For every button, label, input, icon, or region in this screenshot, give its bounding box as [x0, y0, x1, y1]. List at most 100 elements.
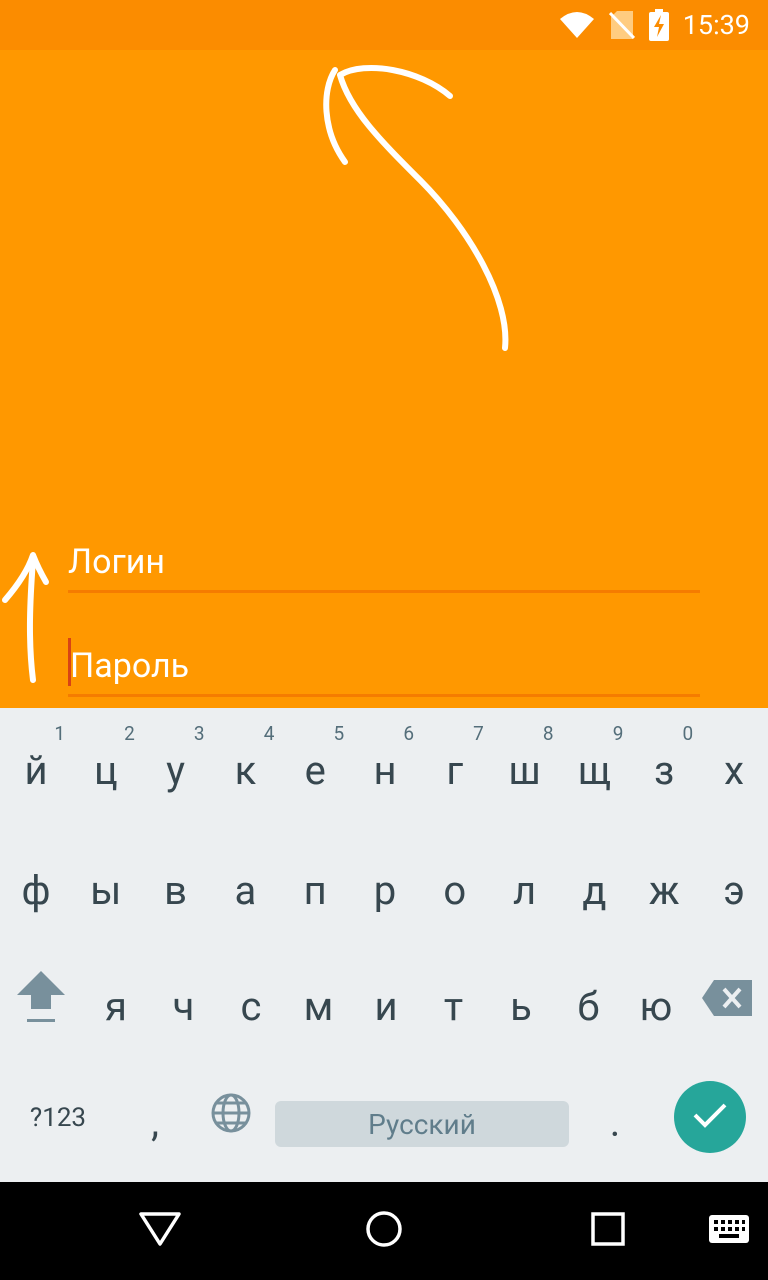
- wifi-icon: [559, 11, 595, 39]
- status-bar: 15:39: [0, 0, 768, 50]
- key-label: х: [724, 746, 744, 794]
- key-э[interactable]: э: [699, 828, 768, 944]
- comma-key-label: ,: [151, 1098, 159, 1146]
- key-label: с: [240, 982, 262, 1030]
- key-label: з: [654, 746, 675, 794]
- key-я[interactable]: я: [81, 944, 151, 1060]
- key-label: е: [304, 746, 326, 794]
- key-щ[interactable]: щ9: [559, 708, 629, 824]
- key-б[interactable]: б: [554, 944, 624, 1060]
- shift-icon: [15, 969, 67, 1035]
- key-в[interactable]: в: [141, 828, 211, 944]
- key-с[interactable]: с: [216, 944, 286, 1060]
- key-label: э: [723, 866, 745, 914]
- key-label: и: [374, 982, 398, 1030]
- keyboard-row-3: ячсмитьбю: [0, 944, 768, 1060]
- key-hint: 6: [403, 722, 414, 745]
- key-ю[interactable]: ю: [621, 944, 691, 1060]
- key-label: ж: [648, 866, 680, 914]
- keyboard-row-2: фывапролджэ: [0, 828, 768, 944]
- keyboard: й1ц2у3к4е5н6г7ш8щ9з0х фывапролджэ ячсмит…: [0, 708, 768, 1182]
- key-hint: 7: [473, 722, 484, 745]
- period-key[interactable]: .: [580, 1060, 650, 1176]
- key-label: у: [166, 746, 186, 794]
- back-button[interactable]: [130, 1182, 190, 1280]
- key-т[interactable]: т: [419, 944, 489, 1060]
- keyboard-switch-button[interactable]: [702, 1182, 756, 1280]
- key-hint: 9: [612, 722, 624, 745]
- password-input[interactable]: Пароль: [68, 634, 700, 697]
- navigation-bar: [0, 1182, 768, 1280]
- key-hint: 1: [54, 722, 65, 745]
- symbols-key[interactable]: ?123: [22, 1060, 94, 1176]
- recents-icon: [591, 1212, 625, 1250]
- key-ы[interactable]: ы: [71, 828, 141, 944]
- key-о[interactable]: о: [420, 828, 490, 944]
- keyboard-icon: [709, 1215, 749, 1247]
- checkmark-icon: [692, 1101, 728, 1133]
- key-л[interactable]: л: [490, 828, 560, 944]
- key-label: ю: [639, 982, 673, 1030]
- login-input[interactable]: Логин: [68, 530, 700, 593]
- login-placeholder: Логин: [68, 542, 165, 582]
- key-ц[interactable]: ц2: [71, 708, 141, 824]
- key-ж[interactable]: ж: [629, 828, 699, 944]
- key-ш[interactable]: ш8: [490, 708, 560, 824]
- no-sim-icon: [608, 10, 635, 40]
- key-х[interactable]: х: [699, 708, 768, 824]
- symbols-key-label: ?123: [29, 1103, 87, 1133]
- period-key-label: .: [609, 1098, 621, 1146]
- comma-key[interactable]: ,: [120, 1060, 190, 1176]
- spacebar[interactable]: Русский: [275, 1101, 569, 1147]
- key-label: н: [373, 746, 397, 794]
- globe-icon: [210, 1092, 252, 1144]
- key-ь[interactable]: ь: [486, 944, 556, 1060]
- home-icon: [365, 1210, 403, 1252]
- key-ф[interactable]: ф: [1, 828, 71, 944]
- key-д[interactable]: д: [559, 828, 629, 944]
- key-hint: 5: [333, 722, 345, 745]
- key-з[interactable]: з0: [629, 708, 699, 824]
- key-label: б: [577, 982, 600, 1030]
- key-label: п: [303, 866, 327, 914]
- key-р[interactable]: р: [350, 828, 420, 944]
- key-label: ы: [90, 866, 122, 914]
- language-key[interactable]: [196, 1060, 266, 1176]
- key-к[interactable]: к4: [210, 708, 280, 824]
- home-button[interactable]: [354, 1182, 414, 1280]
- key-label: ц: [93, 746, 118, 794]
- key-г[interactable]: г7: [420, 708, 490, 824]
- key-й[interactable]: й1: [1, 708, 71, 824]
- key-label: м: [303, 982, 334, 1030]
- key-label: р: [373, 866, 397, 914]
- done-button[interactable]: [674, 1081, 746, 1153]
- key-а[interactable]: а: [210, 828, 280, 944]
- shift-key[interactable]: [6, 944, 76, 1060]
- key-label: щ: [577, 746, 611, 794]
- key-label: ь: [510, 982, 532, 1030]
- key-label: д: [582, 866, 607, 914]
- key-п[interactable]: п: [280, 828, 350, 944]
- backspace-key[interactable]: [692, 944, 762, 1060]
- key-label: я: [105, 982, 127, 1030]
- key-н[interactable]: н6: [350, 708, 420, 824]
- password-placeholder: Пароль: [70, 646, 190, 686]
- key-м[interactable]: м: [284, 944, 354, 1060]
- back-icon: [139, 1212, 181, 1250]
- key-label: в: [164, 866, 188, 914]
- key-у[interactable]: у3: [141, 708, 211, 824]
- key-ч[interactable]: ч: [149, 944, 219, 1060]
- key-label: ф: [21, 866, 51, 914]
- backspace-icon: [702, 979, 752, 1026]
- key-label: к: [234, 746, 257, 794]
- key-е[interactable]: е5: [280, 708, 350, 824]
- key-hint: 2: [124, 722, 135, 745]
- key-label: й: [24, 746, 48, 794]
- key-label: л: [513, 866, 537, 914]
- key-и[interactable]: и: [351, 944, 421, 1060]
- recents-button[interactable]: [578, 1182, 638, 1280]
- status-time: 15:39: [682, 9, 750, 41]
- keyboard-row-1: й1ц2у3к4е5н6г7ш8щ9з0х: [0, 708, 768, 824]
- key-label: т: [443, 982, 464, 1030]
- key-label: а: [234, 866, 257, 914]
